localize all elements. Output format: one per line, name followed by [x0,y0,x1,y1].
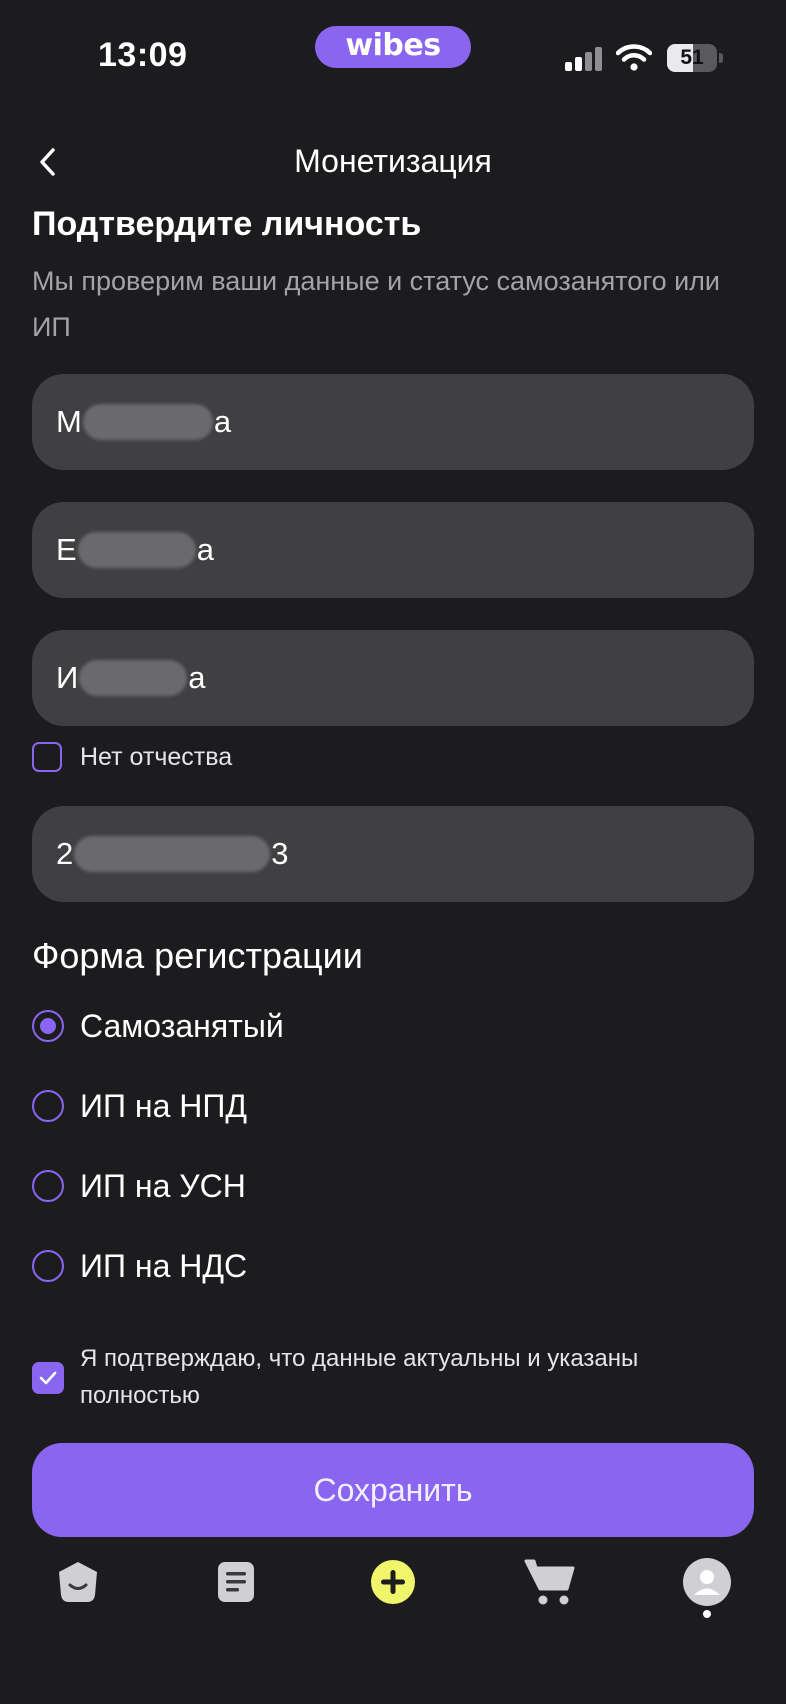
confirm-checkbox[interactable] [32,1362,64,1394]
first-name-value: Еа [56,532,214,568]
last-name-field[interactable]: Ма [32,374,754,470]
redacted-mask [79,660,188,696]
feed-icon [218,1562,254,1602]
registration-title: Форма регистрации [32,935,363,976]
page-title: Монетизация [294,143,492,179]
section-subtitle: Мы проверим ваши данные и статус самозан… [32,266,721,342]
battery-cap [719,53,723,63]
brand-logo: wibes [315,26,471,68]
inn-value: 23 [56,836,289,872]
first-name-field[interactable]: Еа [32,502,754,598]
radio-label-self-employed[interactable]: Самозанятый [80,1008,284,1045]
home-icon [59,1562,97,1602]
create-icon [371,1560,415,1604]
patronymic-suffix: а [188,660,206,695]
checkmark-icon [39,1371,57,1385]
section-heading: Подтвердите личность [32,205,422,243]
tab-create[interactable] [365,1554,421,1610]
brand-logo-text: wibes [345,27,441,63]
battery-percent: 51 [680,46,704,69]
no-patronymic-checkbox[interactable] [32,742,62,772]
save-button[interactable]: Сохранить [32,1443,754,1537]
tab-cart[interactable] [522,1554,578,1610]
status-time: 13:09 [98,36,188,74]
tab-feed[interactable] [208,1554,264,1610]
patronymic-prefix: И [56,660,79,695]
patronymic-field[interactable]: Иа [32,630,754,726]
battery-icon: 51 [667,44,717,72]
first-name-suffix: а [196,532,214,567]
radio-ip-npd[interactable] [32,1090,64,1122]
radio-label-ip-nds[interactable]: ИП на НДС [80,1248,247,1285]
radio-self-employed[interactable] [32,1010,64,1042]
tab-profile[interactable] [679,1554,735,1610]
inn-suffix: 3 [271,836,289,871]
wifi-icon [616,44,652,71]
profile-icon [683,1558,731,1606]
inn-field[interactable]: 23 [32,806,754,902]
cellular-signal-icon [565,45,605,71]
last-name-prefix: М [56,404,82,439]
redacted-mask [77,532,196,568]
radio-label-ip-usn[interactable]: ИП на УСН [80,1168,246,1205]
last-name-value: Ма [56,404,231,440]
radio-ip-nds[interactable] [32,1250,64,1282]
radio-label-ip-npd[interactable]: ИП на НПД [80,1088,247,1125]
no-patronymic-label: Нет отчества [80,743,233,771]
first-name-prefix: Е [56,532,77,567]
cart-icon [524,1559,575,1605]
tab-home[interactable] [50,1554,106,1610]
redacted-mask [82,404,213,440]
active-tab-indicator [703,1610,711,1618]
redacted-mask [74,836,271,872]
radio-ip-usn[interactable] [32,1170,64,1202]
patronymic-value: Иа [56,660,206,696]
inn-prefix: 2 [56,836,74,871]
confirm-label: Я подтверждаю, что данные актуальны и ук… [80,1345,639,1409]
last-name-suffix: а [213,404,232,439]
